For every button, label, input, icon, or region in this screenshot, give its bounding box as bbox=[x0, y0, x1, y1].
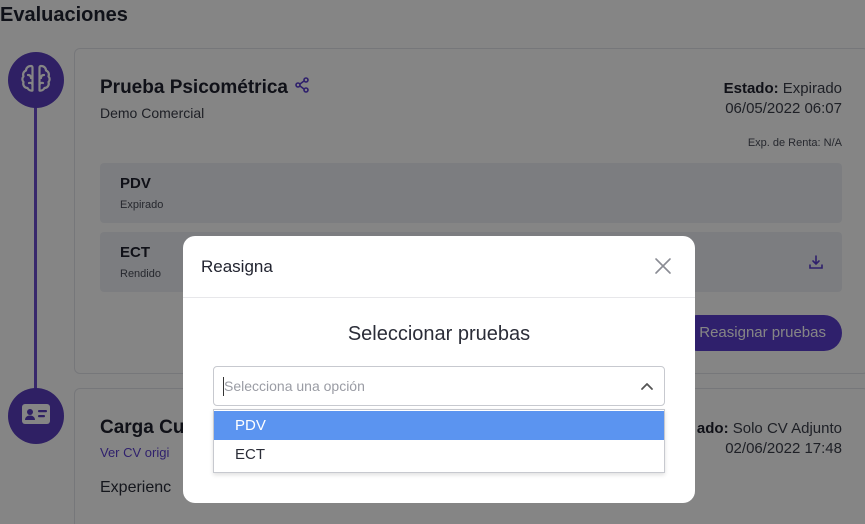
select-option-ect[interactable]: ECT bbox=[214, 440, 664, 469]
select-placeholder: Selecciona una opción bbox=[224, 378, 365, 394]
close-icon[interactable] bbox=[651, 254, 675, 278]
select-option-pdv[interactable]: PDV bbox=[214, 411, 664, 440]
modal-header: Reasigna bbox=[183, 236, 695, 298]
tests-select[interactable]: Selecciona una opción bbox=[213, 366, 665, 406]
reassign-modal: Reasigna Seleccionar pruebas Selecciona … bbox=[183, 236, 695, 503]
select-dropdown: PDV ECT bbox=[213, 409, 665, 473]
modal-title: Reasigna bbox=[201, 257, 273, 276]
modal-heading: Seleccionar pruebas bbox=[347, 323, 531, 345]
chevron-up-icon[interactable] bbox=[640, 379, 654, 398]
